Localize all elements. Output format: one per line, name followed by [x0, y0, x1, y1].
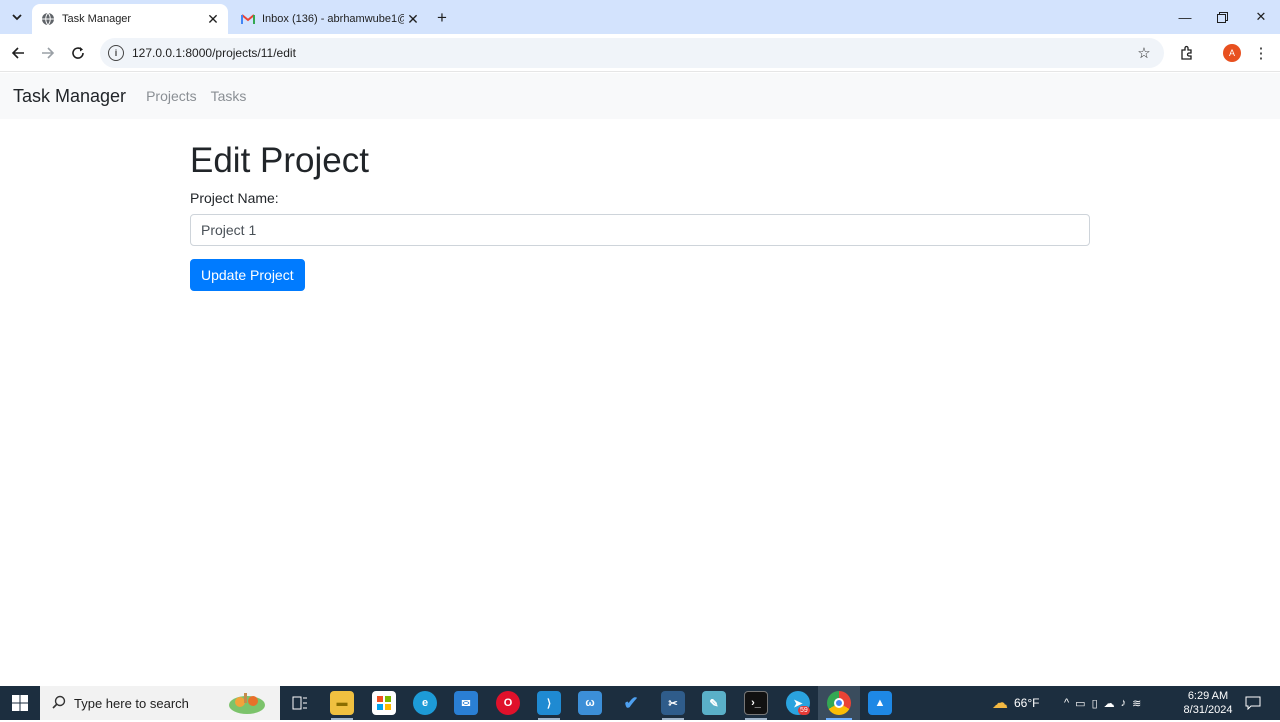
weather-temp: 66°F: [1014, 696, 1040, 710]
clock[interactable]: 6:29 AM 8/31/2024: [1178, 689, 1238, 717]
device-icon[interactable]: ▯: [1092, 697, 1104, 710]
address-bar[interactable]: i 127.0.0.1:8000/projects/11/edit ☆: [100, 38, 1164, 68]
forward-icon[interactable]: [37, 42, 59, 64]
notification-icon[interactable]: [1245, 686, 1261, 720]
windows-taskbar: Type here to search ▬ e ✉ O ⟩ ω ✔ ✂ ✎ ›_…: [0, 686, 1280, 720]
battery-icon[interactable]: ▭: [1075, 697, 1091, 710]
task-view-icon[interactable]: [288, 691, 312, 715]
site-info-icon[interactable]: i: [108, 45, 124, 61]
wifi-icon[interactable]: ≋: [1132, 697, 1147, 710]
photos-icon[interactable]: ▲: [868, 691, 892, 715]
todo-icon[interactable]: ✔: [619, 691, 643, 715]
globe-icon: [41, 12, 55, 26]
update-project-button[interactable]: Update Project: [190, 259, 305, 291]
new-tab-button[interactable]: +: [432, 8, 452, 28]
menu-kebab-icon[interactable]: ⋮: [1250, 42, 1272, 64]
telegram-badge: 59: [798, 706, 810, 715]
weather-widget[interactable]: ☁ 66°F: [992, 686, 1039, 720]
onedrive-icon[interactable]: ☁: [1104, 697, 1121, 710]
browser-toolbar: i 127.0.0.1:8000/projects/11/edit ☆ ⋮: [0, 34, 1280, 72]
chevron-up-icon[interactable]: ^: [1064, 697, 1075, 709]
opera-icon[interactable]: O: [496, 691, 520, 715]
weather-icon: ☁: [992, 695, 1008, 712]
page-title: Edit Project: [190, 141, 369, 180]
back-icon[interactable]: [7, 42, 29, 64]
volume-icon[interactable]: ♪: [1121, 697, 1133, 709]
edit-project-form: Edit Project Project Name: Update Projec…: [190, 140, 1090, 291]
edge-icon[interactable]: e: [413, 691, 437, 715]
app-navbar: Task Manager Projects Tasks: [0, 73, 1280, 119]
tab-search-icon[interactable]: [6, 6, 28, 28]
browser-tab-strip: Task Manager ✕ Inbox (136) - abrhamwube1…: [0, 0, 1280, 34]
project-name-input[interactable]: [190, 214, 1090, 246]
reload-icon[interactable]: [67, 42, 89, 64]
bookmark-star-icon[interactable]: ☆: [1134, 44, 1154, 62]
navbar-brand[interactable]: Task Manager: [13, 86, 126, 107]
file-explorer-icon[interactable]: ▬: [330, 691, 354, 715]
nav-link-tasks[interactable]: Tasks: [211, 88, 247, 104]
gmail-icon: [241, 12, 255, 26]
terminal-icon[interactable]: ›_: [744, 691, 768, 715]
tab-title: Task Manager: [62, 13, 132, 25]
url-text[interactable]: 127.0.0.1:8000/projects/11/edit: [132, 46, 1134, 60]
extensions-icon[interactable]: [1176, 42, 1198, 64]
project-name-label: Project Name:: [190, 190, 279, 206]
tab-gmail-inbox[interactable]: Inbox (136) - abrhamwube1@gmail.com ✕: [232, 4, 428, 34]
microsoft-store-icon[interactable]: [372, 691, 396, 715]
notes-icon[interactable]: ✎: [702, 691, 726, 715]
close-window-icon[interactable]: ✕: [1247, 6, 1275, 28]
clock-date: 8/31/2024: [1183, 704, 1233, 716]
windows-start-icon[interactable]: [0, 686, 40, 720]
profile-avatar[interactable]: A: [1223, 44, 1241, 62]
taskbar-search[interactable]: Type here to search: [40, 686, 280, 720]
close-tab-icon[interactable]: ✕: [404, 10, 422, 28]
search-icon: [52, 695, 66, 712]
restore-icon[interactable]: [1208, 6, 1236, 28]
clock-time: 6:29 AM: [1187, 690, 1229, 702]
snipping-tool-icon[interactable]: ✂: [661, 691, 685, 715]
mail-icon[interactable]: ✉: [454, 691, 478, 715]
search-highlight-icon: [222, 689, 272, 717]
search-placeholder: Type here to search: [74, 695, 189, 711]
nav-link-projects[interactable]: Projects: [146, 88, 197, 104]
vscode-icon[interactable]: ⟩: [537, 691, 561, 715]
word-app-icon[interactable]: ω: [578, 691, 602, 715]
close-tab-icon[interactable]: ✕: [204, 10, 222, 28]
tab-title: Inbox (136) - abrhamwube1@gmail.com: [262, 13, 404, 25]
chrome-icon[interactable]: [827, 691, 851, 715]
minimize-icon[interactable]: —: [1171, 6, 1199, 28]
system-tray[interactable]: ^ ▭ ▯ ☁ ♪ ≋: [1064, 686, 1147, 720]
tab-task-manager[interactable]: Task Manager ✕: [32, 4, 228, 34]
